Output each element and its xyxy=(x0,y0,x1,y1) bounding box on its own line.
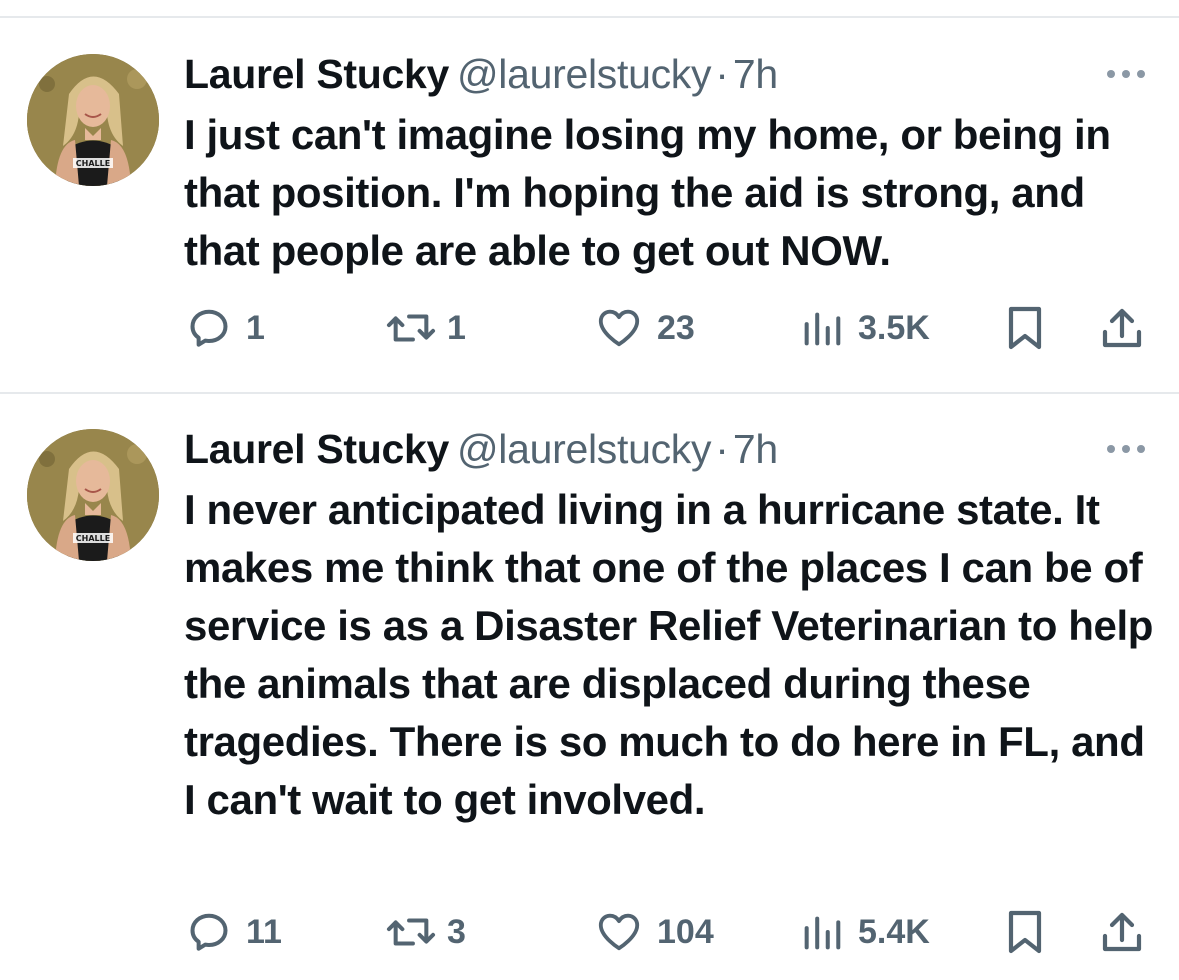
repost-count: 3 xyxy=(447,912,466,951)
views-button[interactable]: 5.4K xyxy=(800,908,930,956)
like-count: 23 xyxy=(657,308,695,347)
reply-count: 1 xyxy=(246,308,265,347)
like-count: 104 xyxy=(657,912,714,951)
views-button[interactable]: 3.5K xyxy=(800,304,930,352)
avatar[interactable] xyxy=(27,54,159,186)
views-count: 3.5K xyxy=(858,308,930,347)
timestamp[interactable]: 7h xyxy=(733,426,778,472)
profile-photo-avatar xyxy=(27,429,159,561)
views-count: 5.4K xyxy=(858,912,930,951)
share-icon xyxy=(1102,912,1142,952)
share-button[interactable] xyxy=(1098,304,1146,352)
bookmark-icon xyxy=(1008,306,1042,350)
repost-button[interactable]: 1 xyxy=(385,304,466,352)
repost-icon xyxy=(386,918,436,946)
views-chart-icon xyxy=(804,312,841,346)
reply-button[interactable]: 11 xyxy=(186,908,282,956)
reply-button[interactable]: 1 xyxy=(186,304,265,352)
more-dots-icon xyxy=(1107,70,1145,78)
like-button[interactable]: 104 xyxy=(595,908,714,956)
author-name[interactable]: Laurel Stucky xyxy=(184,51,449,97)
more-dots-icon xyxy=(1107,445,1145,453)
profile-photo-avatar xyxy=(27,54,159,186)
reply-icon xyxy=(190,913,228,951)
bookmark-button[interactable] xyxy=(1004,304,1046,352)
bookmark-button[interactable] xyxy=(1004,908,1046,956)
author-handle[interactable]: @laurelstucky xyxy=(457,426,712,472)
share-icon xyxy=(1102,308,1142,348)
more-button[interactable] xyxy=(1103,62,1149,86)
bookmark-icon xyxy=(1008,910,1042,954)
views-chart-icon xyxy=(804,916,841,950)
tweet-text: I just can't imagine losing my home, or … xyxy=(184,111,1111,274)
tweet-header: Laurel Stucky @laurelstucky·7h xyxy=(184,425,778,473)
author-handle[interactable]: @laurelstucky xyxy=(457,51,712,97)
timestamp[interactable]: 7h xyxy=(733,51,778,97)
tweet[interactable]: Laurel Stucky @laurelstucky·7h I never an… xyxy=(0,394,1179,980)
like-button[interactable]: 23 xyxy=(595,304,695,352)
separator-dot: · xyxy=(715,51,729,97)
repost-button[interactable]: 3 xyxy=(385,908,466,956)
heart-icon xyxy=(598,309,640,347)
tweet-text: I never anticipated living in a hurrican… xyxy=(184,486,1154,823)
reply-icon xyxy=(190,309,228,347)
tweet[interactable]: Laurel Stucky @laurelstucky·7h I just can… xyxy=(0,18,1179,392)
reply-count: 11 xyxy=(246,912,282,951)
tweet-header: Laurel Stucky @laurelstucky·7h xyxy=(184,50,778,98)
share-button[interactable] xyxy=(1098,908,1146,956)
author-name[interactable]: Laurel Stucky xyxy=(184,426,449,472)
avatar[interactable] xyxy=(27,429,159,561)
more-button[interactable] xyxy=(1103,437,1149,461)
repost-icon xyxy=(386,314,436,342)
heart-icon xyxy=(598,913,640,951)
repost-count: 1 xyxy=(447,308,466,347)
separator-dot: · xyxy=(715,426,729,472)
